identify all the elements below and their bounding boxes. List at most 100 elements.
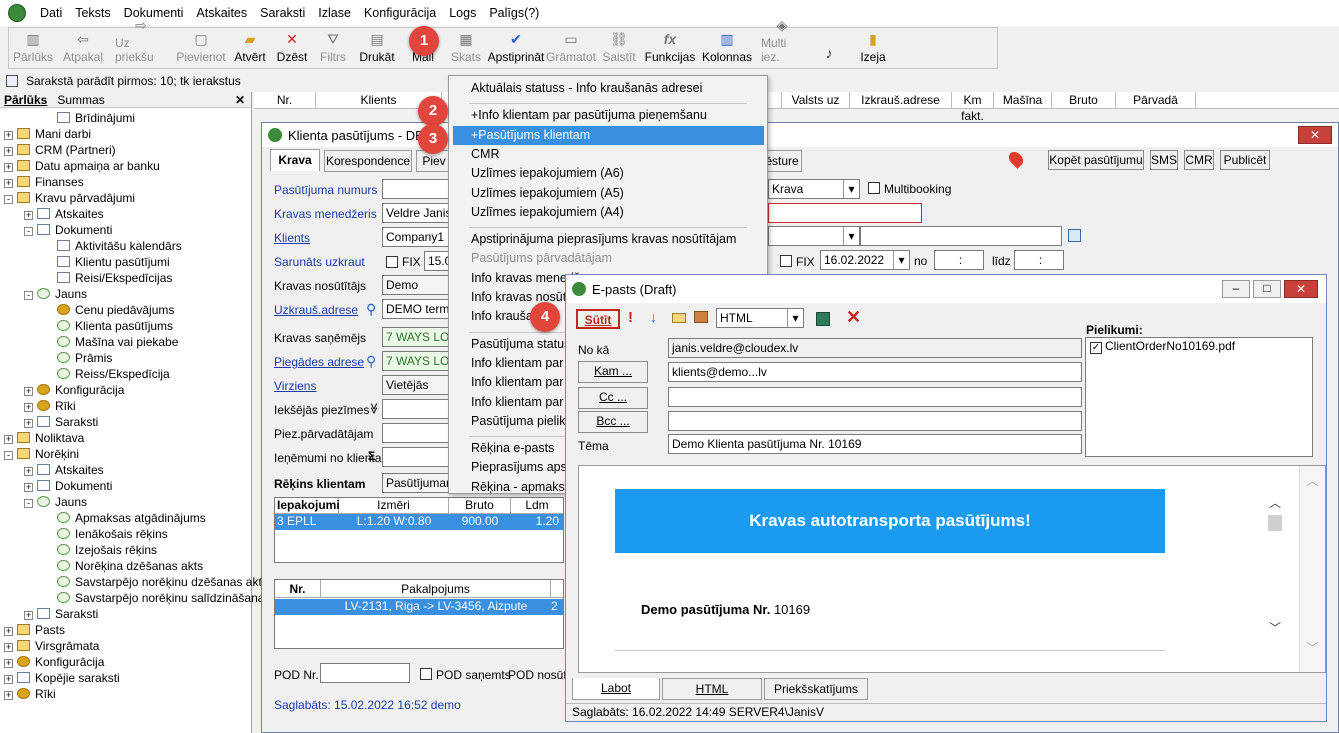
- sms-button[interactable]: SMS: [1150, 150, 1178, 170]
- from-field[interactable]: janis.veldre@cloudex.lv: [668, 338, 1082, 358]
- signature-icon[interactable]: [694, 311, 708, 323]
- menu-item[interactable]: Pasūtījums pārvadātājam: [471, 251, 612, 265]
- bcc-button[interactable]: Bcc ...: [578, 411, 648, 433]
- grid-column-header[interactable]: Valsts uz: [782, 92, 850, 108]
- copy-order-button[interactable]: Kopēt pasūtījumu: [1048, 150, 1144, 170]
- expand-icon[interactable]: +: [24, 611, 33, 620]
- publish-button[interactable]: Publicēt: [1220, 150, 1270, 170]
- tree-item[interactable]: - Dokumenti: [24, 222, 112, 238]
- menu-0[interactable]: Dati: [40, 6, 62, 20]
- cc-button[interactable]: Cc ...: [578, 387, 648, 409]
- to-field[interactable]: klients@demo...lv: [668, 362, 1082, 382]
- tree-item[interactable]: + Pasts: [4, 622, 65, 638]
- menu-item[interactable]: Rēķina e-pasts: [471, 441, 554, 455]
- menu-item[interactable]: Rēķina - apmaksa: [471, 480, 572, 494]
- menu-item[interactable]: CMR: [471, 147, 499, 161]
- toolbar-button-9[interactable]: ▦ Skats: [445, 28, 487, 68]
- email-window-close-button[interactable]: ✕: [1284, 280, 1318, 298]
- menu-5[interactable]: Izlase: [318, 6, 351, 20]
- tree-item[interactable]: Klienta pasūtījums: [57, 318, 173, 334]
- grid-column-header[interactable]: Pārvadā: [1116, 92, 1196, 108]
- grid-column-header[interactable]: Izkrauš.adrese: [850, 92, 952, 108]
- grid-column-header[interactable]: Km fakt.: [952, 92, 994, 123]
- tree-item[interactable]: + Konfigurācija: [24, 382, 124, 398]
- client-extra-field[interactable]: [860, 226, 1062, 246]
- menu-7[interactable]: Logs: [449, 6, 476, 20]
- expand-icon[interactable]: +: [4, 691, 13, 700]
- menu-item[interactable]: +Info klientam par pasūtījuma pieņemšanu: [471, 108, 707, 122]
- search-icon[interactable]: ⚲: [366, 353, 376, 370]
- field-label[interactable]: Sarunāts uzkraut: [274, 255, 365, 269]
- tab-parluks[interactable]: Pārlūks: [4, 93, 47, 107]
- tab-vesture[interactable]: ēsture: [762, 150, 802, 172]
- search-calendar-icon[interactable]: [1068, 229, 1081, 242]
- outer-scrollbar[interactable]: ︿ ﹀: [1299, 466, 1325, 672]
- menu-item[interactable]: Apstiprinājuma pieprasījums kravas nosūt…: [471, 232, 736, 246]
- menu-4[interactable]: Saraksti: [260, 6, 305, 20]
- low-priority-arrow-icon[interactable]: ↓: [650, 309, 657, 325]
- tree-item[interactable]: + Noliktava: [4, 430, 84, 446]
- scroll-up-icon[interactable]: ︿: [1267, 494, 1283, 511]
- tree-item[interactable]: + Atskaites: [24, 462, 104, 478]
- field-label[interactable]: Piegādes adrese: [274, 355, 364, 369]
- tree-item[interactable]: Prāmis: [57, 350, 112, 366]
- toolbar-button-15[interactable]: ◈ Multi iez.: [755, 17, 809, 68]
- tree-item[interactable]: + Finanses: [4, 174, 84, 190]
- attachment-checkbox[interactable]: ✓: [1090, 342, 1102, 354]
- toolbar-button-4[interactable]: ▰ Atvērt: [229, 28, 271, 68]
- expand-icon[interactable]: +: [24, 483, 33, 492]
- tab-summas[interactable]: Summas: [57, 93, 104, 107]
- discard-x-icon[interactable]: ✕: [846, 307, 861, 328]
- scroll-down-icon[interactable]: ﹀: [1267, 619, 1283, 636]
- grid-column-header[interactable]: Bruto: [1052, 92, 1116, 108]
- menu-item[interactable]: Info klientam par: [471, 375, 563, 389]
- field-label[interactable]: Kravas menedžeris: [274, 207, 377, 221]
- menu-item[interactable]: +Pasūtījums klientam: [471, 128, 590, 142]
- cargo-type-select[interactable]: Krava ▾: [768, 179, 860, 199]
- table-row[interactable]: LV-2131, Riga -> LV-3456, Aizpute 2: [275, 599, 563, 615]
- toolbar-button-17[interactable]: ▮ Izeja: [849, 28, 897, 68]
- expand-icon[interactable]: +: [4, 179, 13, 188]
- tree-item[interactable]: Izejošais rēķins: [57, 542, 157, 558]
- tab-labot[interactable]: Labot: [572, 678, 660, 700]
- order-window-close-button[interactable]: ✕: [1298, 126, 1332, 144]
- toolbar-button-10[interactable]: ✔ Apstiprināt: [487, 28, 545, 68]
- tree-item[interactable]: + Saraksti: [24, 414, 98, 430]
- menu-item[interactable]: Info kravas menedž: [471, 271, 580, 285]
- tree-item[interactable]: + Saraksti: [24, 606, 98, 622]
- tree-item[interactable]: + Rīki: [4, 686, 56, 702]
- toolbar-button-16[interactable]: ♪: [809, 28, 849, 68]
- toolbar-button-2[interactable]: ⇨ Uz priekšu: [109, 17, 173, 68]
- menu-1[interactable]: Teksts: [75, 6, 110, 20]
- time-to-field[interactable]: :: [1014, 250, 1064, 270]
- tree-item[interactable]: Ienākošais rēķins: [57, 526, 168, 542]
- collapse-icon[interactable]: -: [24, 291, 33, 300]
- tree-item[interactable]: + Konfigurācija: [4, 654, 104, 670]
- menu-item[interactable]: Info klientam par: [471, 395, 563, 409]
- toolbar-button-5[interactable]: ✕ Dzēst: [271, 28, 313, 68]
- priority-icon[interactable]: !: [628, 309, 633, 326]
- tree-item[interactable]: - Jauns: [24, 286, 87, 302]
- menu-8[interactable]: Palīgs(?): [489, 6, 539, 20]
- sum-icon[interactable]: Σ: [368, 449, 375, 463]
- client-contact-select[interactable]: ▾: [768, 226, 860, 246]
- tree-item[interactable]: Aktivitāšu kalendārs: [57, 238, 182, 254]
- expand-icon[interactable]: +: [24, 387, 33, 396]
- mail-icon[interactable]: [672, 313, 686, 323]
- tab-preview[interactable]: Priekšskatījums: [764, 678, 868, 700]
- minimize-button[interactable]: –: [1222, 280, 1250, 298]
- tree-item[interactable]: Savstarpējo norēķinu dzēšanas akt: [57, 574, 262, 590]
- collapse-icon[interactable]: -: [24, 499, 33, 508]
- date-field[interactable]: 16.02.2022 ▾: [820, 250, 910, 270]
- tree-item[interactable]: Norēķina dzēšanas akts: [57, 558, 203, 574]
- toolbar-button-0[interactable]: ▥ Pārlūks: [9, 28, 57, 68]
- tree-item[interactable]: Savstarpējo norēķinu salīdzināšana: [57, 590, 264, 606]
- field-label[interactable]: Klients: [274, 231, 310, 245]
- pod-nr-field[interactable]: [320, 663, 410, 683]
- tab-html[interactable]: HTML: [662, 678, 762, 700]
- field-label[interactable]: Virziens: [274, 379, 316, 393]
- tree-item[interactable]: + CRM (Partneri): [4, 142, 116, 158]
- expand-icon[interactable]: +: [24, 403, 33, 412]
- maximize-button[interactable]: □: [1253, 280, 1281, 298]
- tree-item[interactable]: + Kopējie saraksti: [4, 670, 120, 686]
